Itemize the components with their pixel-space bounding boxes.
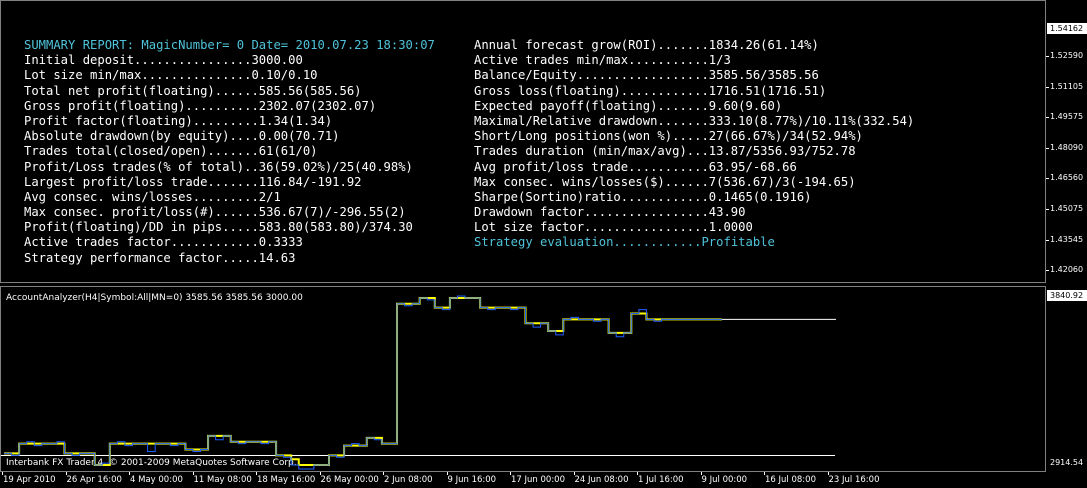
equity-chart (4, 295, 836, 470)
balance-series-line (4, 296, 722, 467)
